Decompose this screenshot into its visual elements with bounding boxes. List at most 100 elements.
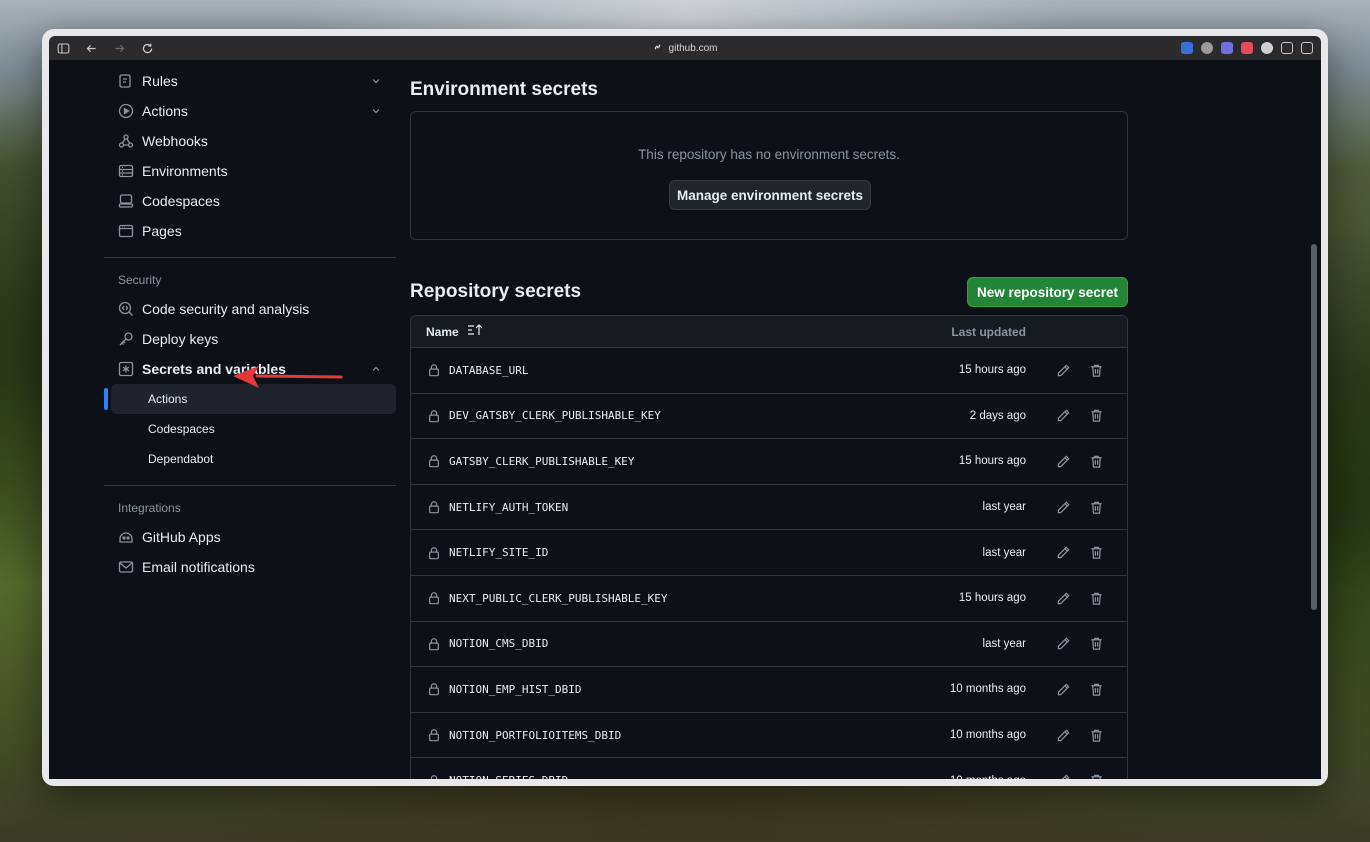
sidebar-item-rules[interactable]: Rules <box>104 66 396 96</box>
sidebar-item-deploy-keys[interactable]: Deploy keys <box>104 324 396 354</box>
secret-updated: last year <box>982 637 1026 650</box>
pencil-icon[interactable] <box>1056 773 1071 779</box>
lock-icon <box>427 454 441 468</box>
new-repository-secret-button[interactable]: New repository secret <box>967 277 1128 307</box>
trash-icon[interactable] <box>1089 500 1104 515</box>
secret-updated: 15 hours ago <box>958 364 1026 377</box>
secret-updated: 15 hours ago <box>958 455 1026 468</box>
codescan-icon <box>118 301 134 317</box>
sidebar-item-codespaces[interactable]: Codespaces <box>104 186 396 216</box>
sidebar-item-github-apps[interactable]: GitHub Apps <box>104 522 396 552</box>
chevron-up-icon[interactable] <box>370 363 382 375</box>
sidebar-item-environments[interactable]: Environments <box>104 156 396 186</box>
forward-icon[interactable] <box>105 36 133 60</box>
secret-updated: 10 months ago <box>949 683 1026 696</box>
table-row: NEXT_PUBLIC_CLERK_PUBLISHABLE_KEY 15 hour… <box>411 576 1127 622</box>
secret-updated: last year <box>982 501 1026 514</box>
asterisk-icon <box>118 361 134 377</box>
sidebar-subitem-dependabot[interactable]: Dependabot <box>111 444 396 474</box>
secret-name: DEV_GATSBY_CLERK_PUBLISHABLE_KEY <box>449 409 661 423</box>
trash-icon[interactable] <box>1089 682 1104 697</box>
sidebar-item-actions[interactable]: Actions <box>104 96 396 126</box>
browser-window: github.com Rules Actions Webhooks Enviro… <box>42 29 1328 786</box>
trash-icon[interactable] <box>1089 773 1104 779</box>
extensions <box>1181 42 1313 54</box>
divider <box>104 257 396 258</box>
lock-icon <box>427 500 441 514</box>
bitwarden-icon[interactable] <box>1181 42 1193 54</box>
pencil-icon[interactable] <box>1056 408 1071 423</box>
address-bar[interactable]: github.com <box>653 42 717 55</box>
pencil-icon[interactable] <box>1056 363 1071 378</box>
trash-icon[interactable] <box>1089 408 1104 423</box>
secret-name: DATABASE_URL <box>449 363 529 377</box>
secret-updated: 10 months ago <box>950 775 1026 779</box>
cloud-icon[interactable] <box>1261 42 1273 54</box>
secret-name: NETLIFY_AUTH_TOKEN <box>449 500 569 514</box>
pencil-icon[interactable] <box>1056 454 1071 469</box>
lock-icon <box>427 774 441 779</box>
lock-icon <box>427 591 441 605</box>
secret-name: GATSBY_CLERK_PUBLISHABLE_KEY <box>449 454 635 468</box>
rules-icon <box>118 73 134 89</box>
scrollbar[interactable] <box>1311 244 1317 610</box>
grammarly-icon[interactable] <box>1201 42 1213 54</box>
table-body: DATABASE_URL 15 hours ago DEV_GATSBY_CLERK… <box>411 348 1127 779</box>
security-heading: Security <box>118 273 162 287</box>
trash-icon[interactable] <box>1089 363 1104 378</box>
reload-icon[interactable] <box>133 36 161 60</box>
key-icon <box>118 331 134 347</box>
chevron-down-icon[interactable] <box>370 105 382 117</box>
trash-icon[interactable] <box>1089 545 1104 560</box>
repository-secrets-title: Repository secrets <box>410 281 582 302</box>
table-row: NOTION_EMP_HIST_DBID 10 months ago <box>411 667 1127 713</box>
secret-updated: 15 hours ago <box>958 592 1026 605</box>
sidebar-item-webhooks[interactable]: Webhooks <box>104 126 396 156</box>
server-icon <box>118 163 134 179</box>
chevron-down-icon[interactable] <box>370 75 382 87</box>
name-column-header[interactable]: Name <box>411 324 483 339</box>
pocket-icon[interactable] <box>1241 42 1253 54</box>
divider <box>104 485 396 486</box>
browser-toolbar: github.com <box>49 36 1321 60</box>
sort-icon[interactable] <box>467 324 483 339</box>
pencil-icon[interactable] <box>1056 500 1071 515</box>
pencil-icon[interactable] <box>1056 636 1071 651</box>
table-row: NETLIFY_SITE_ID last year <box>411 530 1127 576</box>
trash-icon[interactable] <box>1089 454 1104 469</box>
secret-updated: 10 months ago <box>949 729 1026 742</box>
trash-icon[interactable] <box>1089 636 1104 651</box>
extension-icon[interactable] <box>1221 42 1233 54</box>
pencil-icon[interactable] <box>1056 591 1071 606</box>
lock-icon <box>427 363 441 377</box>
table-row: DEV_GATSBY_CLERK_PUBLISHABLE_KEY 2 days a… <box>411 394 1127 440</box>
sidebar-item-email-notifications[interactable]: Email notifications <box>104 552 396 582</box>
secret-name: NOTION_SERIES_DBID <box>449 774 568 779</box>
link-icon <box>653 42 663 55</box>
webhook-icon <box>118 133 134 149</box>
environment-empty-message: This repository has no environment secre… <box>638 147 900 162</box>
manage-environment-secrets-button[interactable]: Manage environment secrets <box>669 180 871 210</box>
split-view-icon[interactable] <box>1301 42 1313 54</box>
apps-icon <box>118 529 134 545</box>
mail-icon <box>118 559 134 575</box>
pencil-icon[interactable] <box>1056 728 1071 743</box>
trash-icon[interactable] <box>1089 728 1104 743</box>
secret-name: NEXT_PUBLIC_CLERK_PUBLISHABLE_KEY <box>449 591 668 605</box>
secret-name: NOTION_CMS_DBID <box>449 637 549 651</box>
environment-secrets-title: Environment secrets <box>410 79 598 100</box>
table-row: GATSBY_CLERK_PUBLISHABLE_KEY 15 hours ago <box>411 439 1127 485</box>
table-row: NETLIFY_AUTH_TOKEN last year <box>411 485 1127 531</box>
sidebar-subitem-codespaces[interactable]: Codespaces <box>111 414 396 444</box>
trash-icon[interactable] <box>1089 591 1104 606</box>
sidebar-toggle-icon[interactable] <box>49 36 77 60</box>
reader-icon[interactable] <box>1281 42 1293 54</box>
annotation-arrow-icon <box>233 366 343 388</box>
back-icon[interactable] <box>77 36 105 60</box>
environment-secrets-box: This repository has no environment secre… <box>410 111 1128 240</box>
integrations-heading: Integrations <box>118 501 181 515</box>
sidebar-item-code-security[interactable]: Code security and analysis <box>104 294 396 324</box>
pencil-icon[interactable] <box>1056 682 1071 697</box>
pencil-icon[interactable] <box>1056 545 1071 560</box>
sidebar-item-pages[interactable]: Pages <box>104 216 396 246</box>
